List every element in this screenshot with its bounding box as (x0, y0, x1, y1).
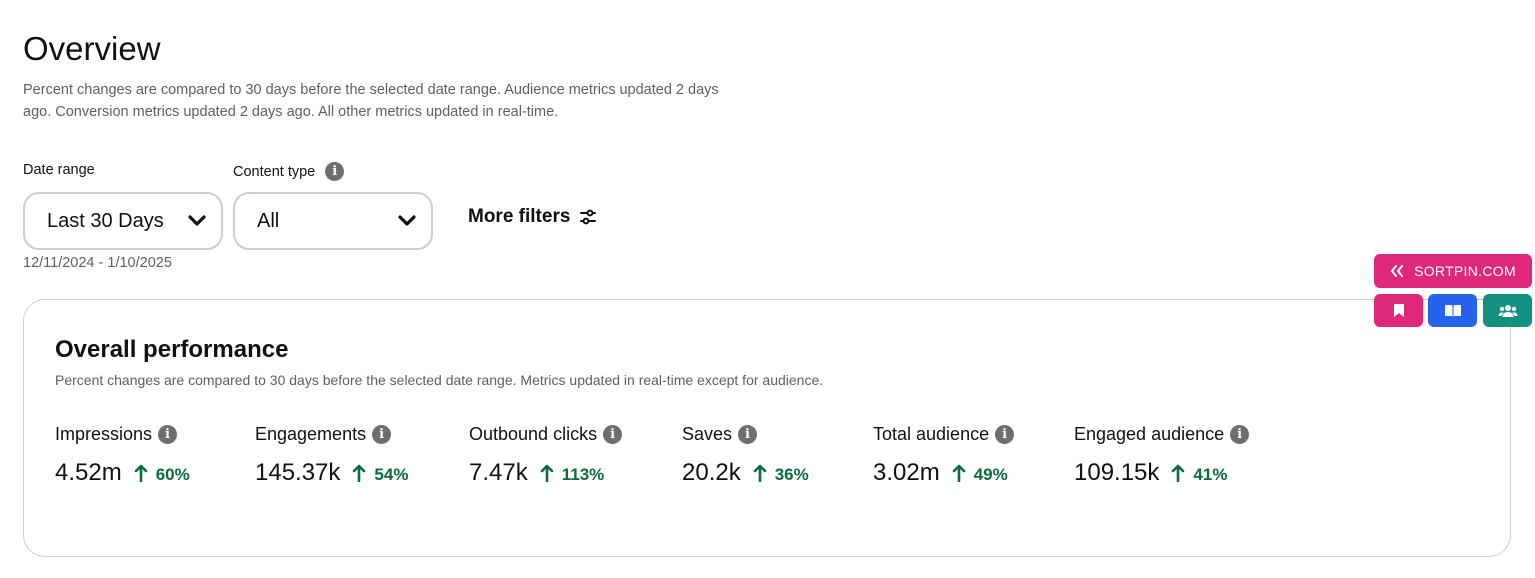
sortpin-label: SORTPIN.COM (1414, 263, 1516, 279)
date-range-value: Last 30 Days (47, 209, 164, 232)
info-icon[interactable]: i (1230, 425, 1250, 444)
info-icon[interactable]: i (738, 425, 758, 444)
metric-saves[interactable]: Saves i 20.2k 36% (682, 424, 809, 487)
info-icon[interactable]: i (603, 425, 623, 444)
metric-outbound-clicks[interactable]: Outbound clicks i 7.47k 113% (469, 424, 623, 487)
metric-total-audience[interactable]: Total audience i 3.02m 49% (873, 424, 1015, 487)
metric-value: 4.52m (55, 459, 122, 486)
chevron-down-icon (398, 215, 416, 226)
sortpin-bookmark-button[interactable] (1374, 294, 1423, 327)
content-type-label: Content type (233, 163, 316, 180)
double-chevron-left-icon (1391, 265, 1404, 277)
metric-label: Saves (682, 424, 733, 444)
more-filters-button[interactable]: More filters (468, 206, 597, 228)
card-title: Overall performance (55, 336, 289, 363)
metric-label: Engagements (255, 424, 367, 444)
content-type-value: All (257, 209, 280, 232)
sortpin-book-button[interactable] (1428, 294, 1477, 327)
info-icon[interactable]: i (372, 425, 392, 444)
metric-change: 113% (561, 465, 605, 484)
metric-change: 41% (1193, 465, 1228, 484)
metric-label: Outbound clicks (469, 424, 598, 444)
card-subtitle: Percent changes are compared to 30 days … (55, 372, 824, 388)
metric-impressions[interactable]: Impressions i 4.52m 60% (55, 424, 190, 487)
arrow-up-icon (952, 464, 966, 482)
metric-value: 3.02m (873, 459, 940, 486)
metric-value: 20.2k (682, 459, 741, 486)
metric-value: 145.37k (255, 459, 341, 486)
arrow-up-icon (134, 464, 148, 482)
metric-change: 49% (973, 465, 1008, 484)
metric-change: 60% (155, 465, 190, 484)
date-range-select[interactable]: Last 30 Days (23, 192, 223, 250)
metric-change: 36% (774, 465, 809, 484)
page-title: Overview (23, 30, 161, 67)
metric-engaged-audience[interactable]: Engaged audience i 109.15k 41% (1074, 424, 1250, 487)
metric-label: Total audience (873, 424, 990, 444)
chevron-down-icon (188, 215, 206, 226)
metric-label: Engaged audience (1074, 424, 1225, 444)
info-icon[interactable]: i (995, 425, 1015, 444)
more-filters-label: More filters (468, 206, 571, 227)
users-icon (1498, 304, 1517, 317)
book-icon (1444, 304, 1461, 317)
bookmark-icon (1393, 304, 1404, 317)
arrow-up-icon (1172, 464, 1185, 482)
arrow-up-icon (540, 464, 554, 482)
sortpin-button[interactable]: SORTPIN.COM (1374, 254, 1532, 288)
metric-label: Impressions (55, 424, 153, 444)
info-icon[interactable]: i (158, 425, 178, 444)
content-type-select[interactable]: All (233, 192, 433, 250)
metric-value: 7.47k (469, 459, 528, 486)
date-range-text: 12/11/2024 - 1/10/2025 (23, 255, 172, 271)
arrow-up-icon (353, 464, 366, 482)
metric-engagements[interactable]: Engagements i 145.37k 54% (255, 424, 408, 487)
content-type-label-group: Content type i (233, 162, 345, 181)
page-subtitle: Percent changes are compared to 30 days … (23, 82, 719, 120)
date-range-label: Date range (23, 162, 95, 178)
info-icon[interactable]: i (325, 162, 345, 181)
arrow-up-icon (753, 464, 767, 482)
metric-change: 54% (374, 465, 409, 484)
metric-value: 109.15k (1074, 459, 1160, 486)
sliders-icon (580, 209, 597, 225)
sortpin-users-button[interactable] (1483, 294, 1532, 327)
overall-performance-card: Overall performance Percent changes are … (23, 299, 1511, 557)
